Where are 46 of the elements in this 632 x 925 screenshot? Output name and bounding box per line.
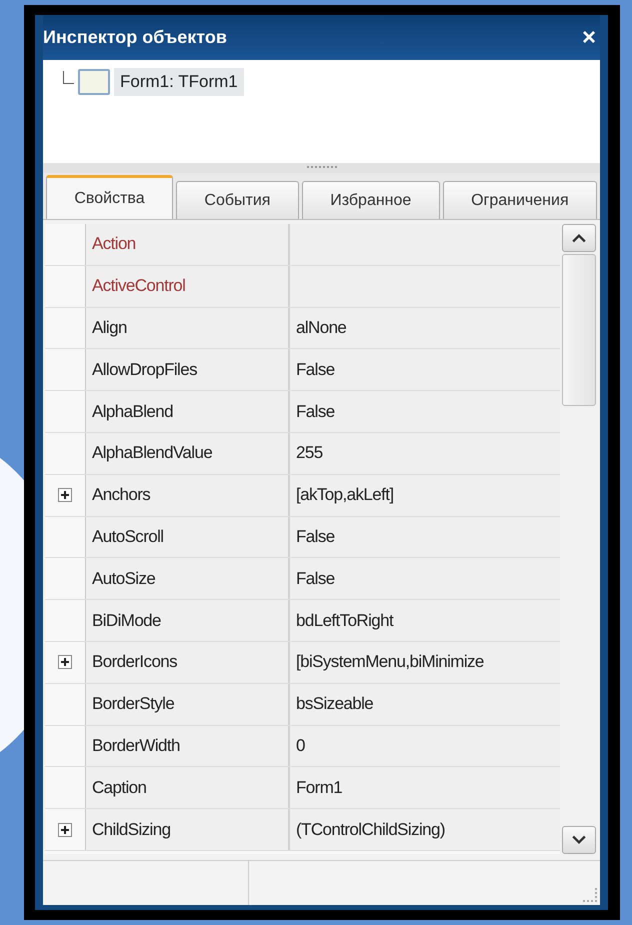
property-value[interactable]: False <box>290 349 560 390</box>
property-value[interactable]: Form1 <box>290 767 560 808</box>
property-value[interactable]: 255 <box>290 432 560 474</box>
property-name[interactable]: AlphaBlend <box>86 391 290 432</box>
property-name[interactable]: BiDiMode <box>86 600 290 641</box>
property-value[interactable]: False <box>290 558 560 600</box>
property-value[interactable]: False <box>290 391 560 432</box>
expand-plus-icon[interactable] <box>58 655 72 670</box>
property-name[interactable]: BorderStyle <box>86 684 290 725</box>
property-name[interactable]: AlphaBlendValue <box>86 432 290 474</box>
tab[interactable]: Избранное <box>302 181 440 219</box>
property-name[interactable]: Caption <box>86 767 290 808</box>
property-name[interactable]: ActiveControl <box>86 266 290 307</box>
property-name[interactable]: Action <box>86 224 290 265</box>
property-value[interactable]: False <box>290 516 560 558</box>
property-value[interactable]: (TControlChildSizing) <box>290 809 560 850</box>
resize-grip-icon[interactable] <box>583 888 597 902</box>
property-value[interactable]: alNone <box>290 308 560 348</box>
splitter-grip-icon[interactable] <box>306 166 336 170</box>
expand-plus-icon[interactable] <box>58 488 72 502</box>
property-name[interactable]: AutoScroll <box>86 516 290 558</box>
property-name[interactable]: Align <box>86 308 290 348</box>
property-name[interactable]: ChildSizing <box>86 809 290 850</box>
scrollbar[interactable] <box>560 224 596 854</box>
close-button[interactable]: × <box>578 24 600 52</box>
expand-plus-icon[interactable] <box>58 822 72 837</box>
tab[interactable]: Ограничения <box>442 181 597 219</box>
property-name[interactable]: AllowDropFiles <box>86 349 290 390</box>
tree-item[interactable]: Form1: TForm1 <box>114 68 244 96</box>
property-value[interactable]: [akTop,akLeft] <box>290 474 560 516</box>
tab[interactable]: События <box>176 181 299 219</box>
scroll-down-icon[interactable] <box>562 826 596 854</box>
scroll-thumb[interactable] <box>562 254 596 406</box>
property-name[interactable]: BorderWidth <box>86 726 290 766</box>
tab[interactable]: Свойства <box>46 175 174 219</box>
property-value[interactable]: [biSystemMenu,biMinimize <box>290 642 560 683</box>
property-name[interactable]: AutoSize <box>86 558 290 600</box>
property-name[interactable]: BorderIcons <box>86 642 290 683</box>
property-name[interactable]: Anchors <box>86 474 290 516</box>
tree-line-icon <box>63 70 74 84</box>
property-value[interactable]: bdLeftToRight <box>290 600 560 641</box>
property-value[interactable]: bsSizeable <box>290 684 560 725</box>
window-title: Инспектор объектов <box>43 27 227 48</box>
form-icon <box>78 69 110 95</box>
scroll-up-icon[interactable] <box>562 224 596 252</box>
property-value[interactable]: 0 <box>290 726 560 766</box>
